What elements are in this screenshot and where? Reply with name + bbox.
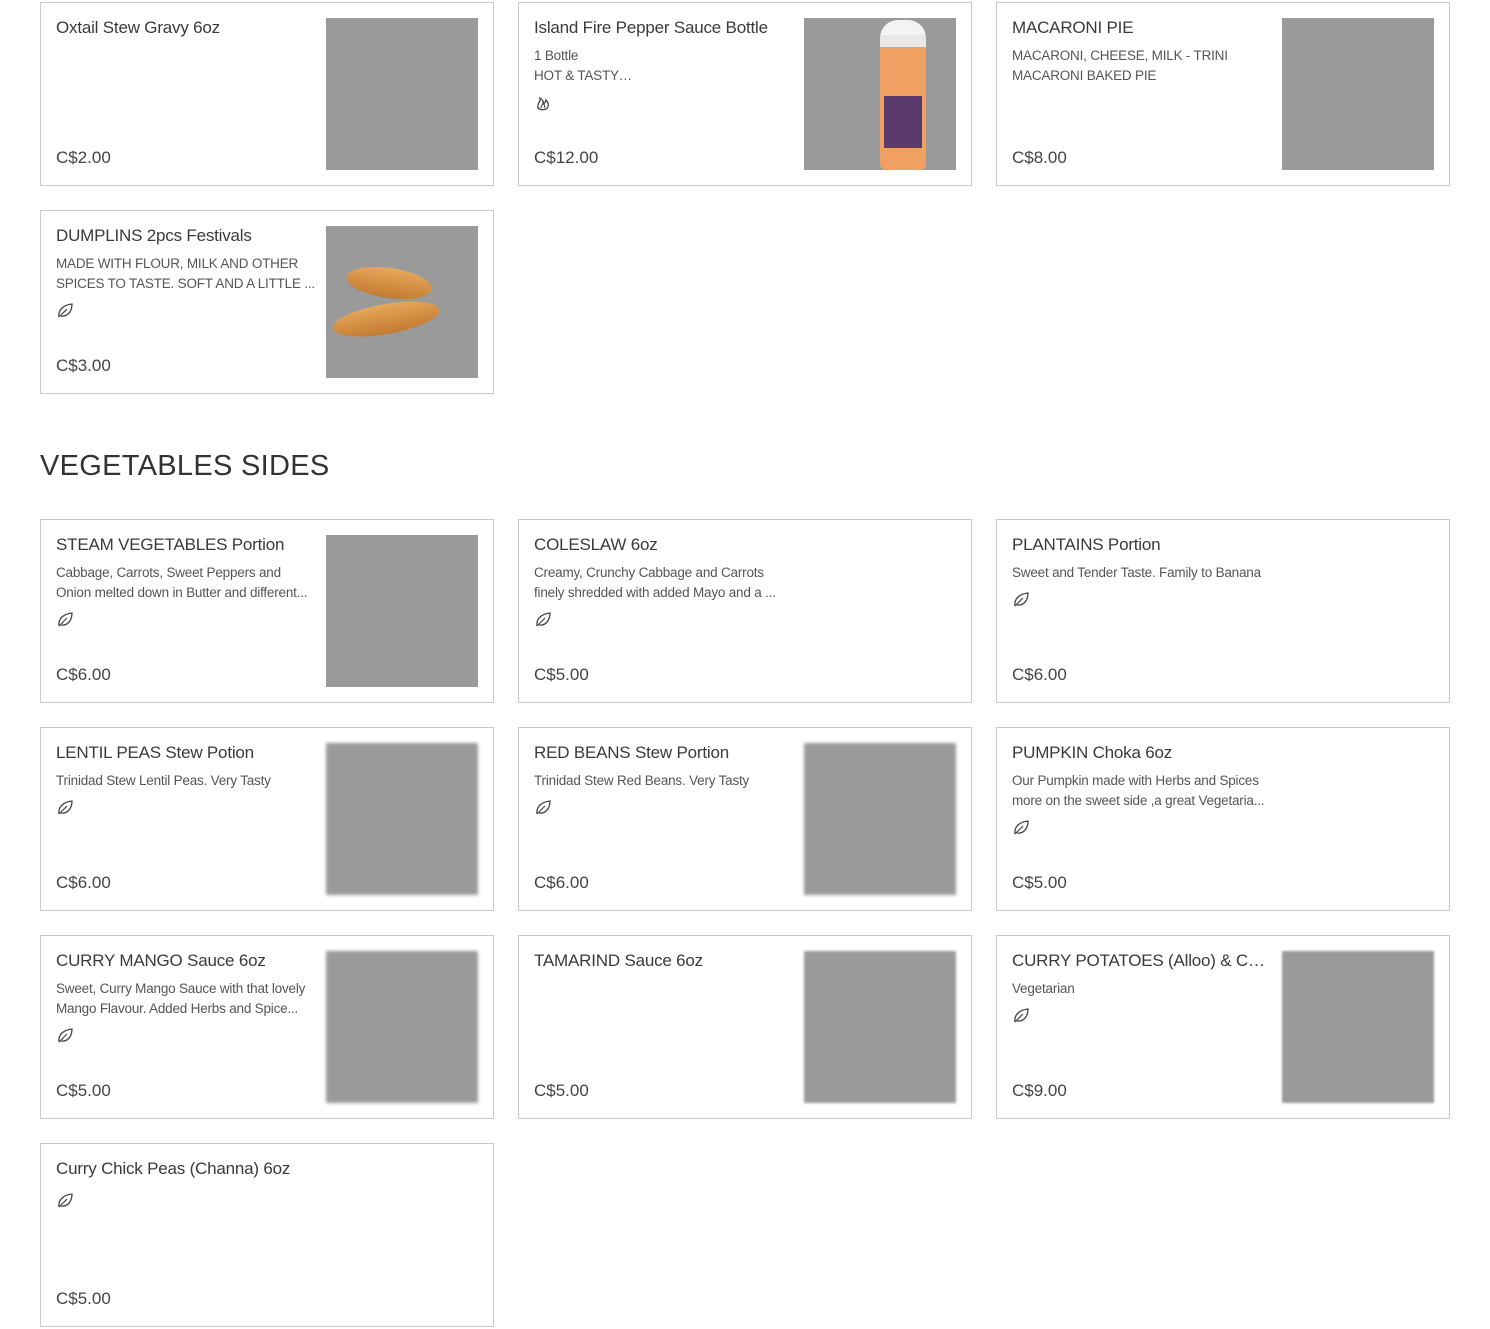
dumpling-shape <box>330 294 442 344</box>
menu-item-card[interactable]: CURRY POTATOES (Alloo) & CHICK... Vegeta… <box>996 935 1450 1119</box>
lentil-peas-photo[interactable] <box>326 743 478 895</box>
menu-item-info: TAMARIND Sauce 6oz <box>534 950 793 972</box>
vegetarian-leaf-icon <box>58 303 73 318</box>
menu-item-card[interactable]: MACARONI PIE MACARONI, CHEESE, MILK - TR… <box>996 2 1450 186</box>
menu-item-name: COLESLAW 6oz <box>534 535 658 554</box>
menu-item-price: C$8.00 <box>1012 148 1067 167</box>
menu-item-price: C$3.00 <box>56 356 111 375</box>
spicy-flame-icon <box>537 96 549 111</box>
menu-item-name: STEAM VEGETABLES Portion <box>56 535 285 554</box>
menu-item-name: PUMPKIN Choka 6oz <box>1012 743 1173 762</box>
menu-item-info: Island Fire Pepper Sauce Bottle 1 Bottle… <box>534 17 793 112</box>
menu-item-description: Trinidad Stew Red Beans. Very Tasty <box>534 773 750 788</box>
menu-item-name: LENTIL PEAS Stew Potion <box>56 743 254 762</box>
dumplins-photo[interactable] <box>326 226 478 378</box>
tamarind-photo[interactable] <box>804 951 956 1103</box>
vegetarian-leaf-icon <box>536 612 551 627</box>
vegetarian-leaf-icon <box>1014 820 1029 835</box>
vegetarian-leaf-icon <box>536 800 551 815</box>
curry-potatoes-photo[interactable] <box>1282 951 1434 1103</box>
menu-item-price: C$9.00 <box>1012 1081 1067 1100</box>
menu-item-name: PLANTAINS Portion <box>1012 535 1161 554</box>
menu-item-info: MACARONI PIE MACARONI, CHEESE, MILK - TR… <box>1012 17 1271 86</box>
pepper-sauce-photo[interactable] <box>804 18 956 170</box>
menu-item-info: RED BEANS Stew Portion Trinidad Stew Red… <box>534 742 793 817</box>
menu-item-card[interactable]: CURRY MANGO Sauce 6oz Sweet, Curry Mango… <box>40 935 494 1119</box>
red-beans-photo[interactable] <box>804 743 956 895</box>
menu-item-price: C$6.00 <box>56 873 111 892</box>
menu-item-description: Our Pumpkin made with Herbs and Spices m… <box>1012 773 1265 808</box>
menu-item-card[interactable]: PUMPKIN Choka 6oz Our Pumpkin made with … <box>996 727 1450 911</box>
menu-item-name: TAMARIND Sauce 6oz <box>534 951 703 970</box>
menu-item-description: Vegetarian <box>1012 981 1075 996</box>
menu-item-card[interactable]: DUMPLINS 2pcs Festivals MADE WITH FLOUR,… <box>40 210 494 394</box>
menu-item-card[interactable]: Curry Chick Peas (Channa) 6oz C$5.00 <box>40 1143 494 1327</box>
menu-item-name: CURRY MANGO Sauce 6oz <box>56 951 266 970</box>
vegetarian-leaf-icon <box>58 1028 73 1043</box>
menu-item-info: Curry Chick Peas (Channa) 6oz <box>56 1158 313 1210</box>
menu-item-name: Island Fire Pepper Sauce Bottle <box>534 18 768 37</box>
menu-item-card[interactable]: Oxtail Stew Gravy 6oz C$2.00 <box>40 2 494 186</box>
steam-vegetables-photo[interactable] <box>326 535 478 687</box>
menu-grid-top: Oxtail Stew Gravy 6oz C$2.00 Island Fire… <box>40 2 1450 394</box>
menu-item-description: Creamy, Crunchy Cabbage and Carrots fine… <box>534 565 776 600</box>
menu-item-description: MADE WITH FLOUR, MILK AND OTHER SPICES T… <box>56 256 315 291</box>
menu-item-name: Oxtail Stew Gravy 6oz <box>56 18 220 37</box>
menu-item-info: COLESLAW 6oz Creamy, Crunchy Cabbage and… <box>534 534 791 629</box>
vegetarian-leaf-icon <box>58 800 73 815</box>
menu-item-info: PUMPKIN Choka 6oz Our Pumpkin made with … <box>1012 742 1269 837</box>
menu-item-price: C$5.00 <box>534 665 589 684</box>
menu-item-price: C$6.00 <box>56 665 111 684</box>
curry-mango-photo[interactable] <box>326 951 478 1103</box>
vegetarian-leaf-icon <box>1014 592 1029 607</box>
menu-item-info: LENTIL PEAS Stew Potion Trinidad Stew Le… <box>56 742 315 817</box>
menu-item-name: DUMPLINS 2pcs Festivals <box>56 226 252 245</box>
menu-item-price: C$2.00 <box>56 148 111 167</box>
menu-item-name: RED BEANS Stew Portion <box>534 743 729 762</box>
menu-item-card[interactable]: PLANTAINS Portion Sweet and Tender Taste… <box>996 519 1450 703</box>
menu-item-description: Sweet and Tender Taste. Family to Banana <box>1012 565 1261 580</box>
menu-item-info: CURRY POTATOES (Alloo) & CHICK... Vegeta… <box>1012 950 1271 1025</box>
menu-item-name: MACARONI PIE <box>1012 18 1134 37</box>
menu-item-card[interactable]: STEAM VEGETABLES Portion Cabbage, Carrot… <box>40 519 494 703</box>
menu-item-info: DUMPLINS 2pcs Festivals MADE WITH FLOUR,… <box>56 225 315 320</box>
menu-item-price: C$6.00 <box>1012 665 1067 684</box>
menu-item-info: CURRY MANGO Sauce 6oz Sweet, Curry Mango… <box>56 950 315 1045</box>
dumpling-shape <box>344 262 434 304</box>
menu-grid-vegetables: STEAM VEGETABLES Portion Cabbage, Carrot… <box>40 519 1450 1327</box>
menu-item-price: C$5.00 <box>56 1081 111 1100</box>
menu-item-card[interactable]: LENTIL PEAS Stew Potion Trinidad Stew Le… <box>40 727 494 911</box>
menu-item-info: Oxtail Stew Gravy 6oz <box>56 17 315 39</box>
menu-item-name: Curry Chick Peas (Channa) 6oz <box>56 1159 291 1178</box>
macaroni-pie-photo[interactable] <box>1282 18 1434 170</box>
menu-item-info: STEAM VEGETABLES Portion Cabbage, Carrot… <box>56 534 315 629</box>
menu-item-card[interactable]: RED BEANS Stew Portion Trinidad Stew Red… <box>518 727 972 911</box>
vegetarian-leaf-icon <box>58 1193 73 1208</box>
bottle-label-shape <box>884 96 922 148</box>
menu-item-description: MACARONI, CHEESE, MILK - TRINI MACARONI … <box>1012 48 1228 83</box>
menu-item-card[interactable]: TAMARIND Sauce 6oz C$5.00 <box>518 935 972 1119</box>
menu-item-price: C$5.00 <box>534 1081 589 1100</box>
gravy-photo[interactable] <box>326 18 478 170</box>
vegetarian-leaf-icon <box>1014 1008 1029 1023</box>
menu-item-description: 1 Bottle HOT & TASTY @CARIBBEANSTOVEPICK… <box>534 48 619 83</box>
menu-item-description: Trinidad Stew Lentil Peas. Very Tasty <box>56 773 271 788</box>
menu-item-info: PLANTAINS Portion Sweet and Tender Taste… <box>1012 534 1269 609</box>
menu-item-card[interactable]: COLESLAW 6oz Creamy, Crunchy Cabbage and… <box>518 519 972 703</box>
vegetarian-leaf-icon <box>58 612 73 627</box>
menu-item-description: Sweet, Curry Mango Sauce with that lovel… <box>56 981 306 1016</box>
menu-item-name: CURRY POTATOES (Alloo) & CHICK... <box>1012 951 1271 970</box>
menu-item-description: Cabbage, Carrots, Sweet Peppers and Onio… <box>56 565 308 600</box>
menu-item-card[interactable]: Island Fire Pepper Sauce Bottle 1 Bottle… <box>518 2 972 186</box>
section-title: VEGETABLES SIDES <box>40 450 330 482</box>
menu-item-price: C$5.00 <box>1012 873 1067 892</box>
menu-item-price: C$6.00 <box>534 873 589 892</box>
menu-item-price: C$12.00 <box>534 148 599 167</box>
menu-item-price: C$5.00 <box>56 1289 111 1308</box>
